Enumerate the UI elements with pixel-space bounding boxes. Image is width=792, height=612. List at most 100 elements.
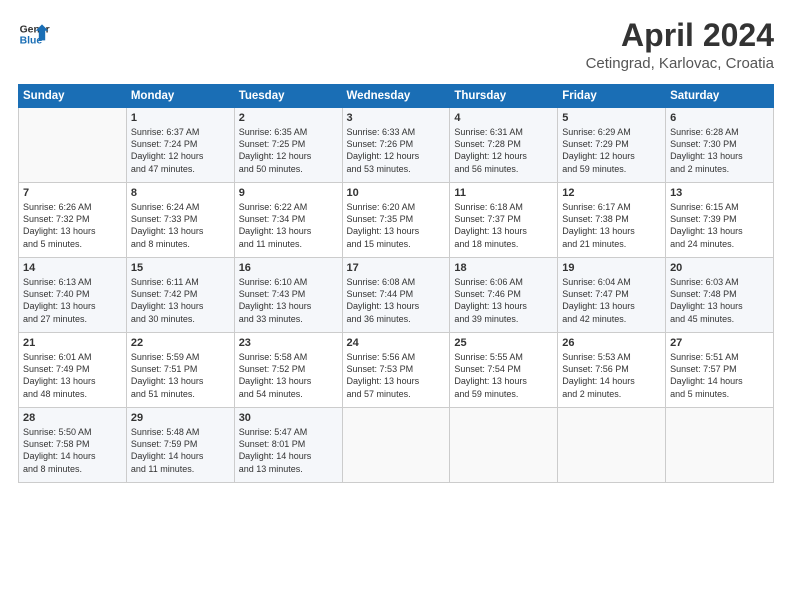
day-number: 17 [347,262,446,274]
cell-info: Sunrise: 5:47 AM Sunset: 8:01 PM Dayligh… [239,426,338,475]
header-row: SundayMondayTuesdayWednesdayThursdayFrid… [19,85,774,108]
calendar-subtitle: Cetingrad, Karlovac, Croatia [586,55,774,72]
cell-info: Sunrise: 5:53 AM Sunset: 7:56 PM Dayligh… [562,351,661,400]
cell-info: Sunrise: 6:24 AM Sunset: 7:33 PM Dayligh… [131,201,230,250]
cal-cell [19,108,127,183]
cell-info: Sunrise: 5:58 AM Sunset: 7:52 PM Dayligh… [239,351,338,400]
cal-cell: 1Sunrise: 6:37 AM Sunset: 7:24 PM Daylig… [126,108,234,183]
col-header-sunday: Sunday [19,85,127,108]
week-row-2: 7 Sunrise: 6:26 AM Sunset: 7:32 PM Daylig… [19,183,774,258]
cell-info: Sunrise: 6:08 AM Sunset: 7:44 PM Dayligh… [347,276,446,325]
cell-info: Sunrise: 5:55 AM Sunset: 7:54 PM Dayligh… [454,351,553,400]
cal-cell: 10 Sunrise: 6:20 AM Sunset: 7:35 PM Dayli… [342,183,450,258]
cell-info: Sunrise: 6:28 AM Sunset: 7:30 PM Dayligh… [670,126,769,175]
cal-cell: 26Sunrise: 5:53 AM Sunset: 7:56 PM Dayli… [558,333,666,408]
cal-cell: 29 Sunrise: 5:48 AM Sunset: 7:59 PM Dayli… [126,408,234,483]
cal-cell: 24Sunrise: 5:56 AM Sunset: 7:53 PM Dayli… [342,333,450,408]
cal-cell: 11Sunrise: 6:18 AM Sunset: 7:37 PM Dayli… [450,183,558,258]
logo: General Blue [18,18,50,50]
cell-info: Sunrise: 5:48 AM Sunset: 7:59 PM Dayligh… [131,426,230,475]
day-number: 16 [239,262,338,274]
cell-info: Sunrise: 6:11 AM Sunset: 7:42 PM Dayligh… [131,276,230,325]
calendar-table: SundayMondayTuesdayWednesdayThursdayFrid… [18,84,774,483]
day-number: 5 [562,112,661,124]
cell-info: Sunrise: 6:22 AM Sunset: 7:34 PM Dayligh… [239,201,338,250]
cell-info: Sunrise: 6:03 AM Sunset: 7:48 PM Dayligh… [670,276,769,325]
cell-info: Sunrise: 6:13 AM Sunset: 7:40 PM Dayligh… [23,276,122,325]
cal-cell [666,408,774,483]
day-number: 21 [23,337,122,349]
cal-cell: 4 Sunrise: 6:31 AM Sunset: 7:28 PM Daylig… [450,108,558,183]
header: General Blue April 2024 Cetingrad, Karlo… [18,18,774,72]
cell-info: Sunrise: 6:06 AM Sunset: 7:46 PM Dayligh… [454,276,553,325]
day-number: 10 [347,187,446,199]
col-header-saturday: Saturday [666,85,774,108]
calendar-page: General Blue April 2024 Cetingrad, Karlo… [0,0,792,612]
cal-cell [558,408,666,483]
cell-info: Sunrise: 6:35 AM Sunset: 7:25 PM Dayligh… [239,126,338,175]
day-number: 18 [454,262,553,274]
cell-info: Sunrise: 6:26 AM Sunset: 7:32 PM Dayligh… [23,201,122,250]
cal-cell: 7 Sunrise: 6:26 AM Sunset: 7:32 PM Daylig… [19,183,127,258]
day-number: 19 [562,262,661,274]
cell-info: Sunrise: 6:31 AM Sunset: 7:28 PM Dayligh… [454,126,553,175]
cal-cell: 21 Sunrise: 6:01 AM Sunset: 7:49 PM Dayli… [19,333,127,408]
cal-cell: 25 Sunrise: 5:55 AM Sunset: 7:54 PM Dayli… [450,333,558,408]
cell-info: Sunrise: 6:04 AM Sunset: 7:47 PM Dayligh… [562,276,661,325]
cal-cell: 9 Sunrise: 6:22 AM Sunset: 7:34 PM Daylig… [234,183,342,258]
day-number: 12 [562,187,661,199]
day-number: 4 [454,112,553,124]
cal-cell: 14Sunrise: 6:13 AM Sunset: 7:40 PM Dayli… [19,258,127,333]
day-number: 7 [23,187,122,199]
day-number: 25 [454,337,553,349]
cell-info: Sunrise: 6:15 AM Sunset: 7:39 PM Dayligh… [670,201,769,250]
week-row-4: 21 Sunrise: 6:01 AM Sunset: 7:49 PM Dayli… [19,333,774,408]
cal-cell: 16Sunrise: 6:10 AM Sunset: 7:43 PM Dayli… [234,258,342,333]
cal-cell: 2 Sunrise: 6:35 AM Sunset: 7:25 PM Daylig… [234,108,342,183]
col-header-monday: Monday [126,85,234,108]
cal-cell: 8 Sunrise: 6:24 AM Sunset: 7:33 PM Daylig… [126,183,234,258]
cal-cell: 18 Sunrise: 6:06 AM Sunset: 7:46 PM Dayli… [450,258,558,333]
day-number: 1 [131,112,230,124]
cal-cell: 19 Sunrise: 6:04 AM Sunset: 7:47 PM Dayli… [558,258,666,333]
day-number: 2 [239,112,338,124]
day-number: 27 [670,337,769,349]
cal-cell: 27 Sunrise: 5:51 AM Sunset: 7:57 PM Dayli… [666,333,774,408]
cal-cell: 30 Sunrise: 5:47 AM Sunset: 8:01 PM Dayli… [234,408,342,483]
cell-info: Sunrise: 6:20 AM Sunset: 7:35 PM Dayligh… [347,201,446,250]
day-number: 6 [670,112,769,124]
cell-info: Sunrise: 6:01 AM Sunset: 7:49 PM Dayligh… [23,351,122,400]
cal-cell: 13Sunrise: 6:15 AM Sunset: 7:39 PM Dayli… [666,183,774,258]
cell-info: Sunrise: 5:50 AM Sunset: 7:58 PM Dayligh… [23,426,122,475]
col-header-thursday: Thursday [450,85,558,108]
cal-cell: 22Sunrise: 5:59 AM Sunset: 7:51 PM Dayli… [126,333,234,408]
day-number: 15 [131,262,230,274]
cell-info: Sunrise: 6:17 AM Sunset: 7:38 PM Dayligh… [562,201,661,250]
day-number: 28 [23,412,122,424]
cal-cell: 17 Sunrise: 6:08 AM Sunset: 7:44 PM Dayli… [342,258,450,333]
cal-cell: 12 Sunrise: 6:17 AM Sunset: 7:38 PM Dayli… [558,183,666,258]
cal-cell: 15 Sunrise: 6:11 AM Sunset: 7:42 PM Dayli… [126,258,234,333]
week-row-5: 28 Sunrise: 5:50 AM Sunset: 7:58 PM Dayli… [19,408,774,483]
cal-cell: 3 Sunrise: 6:33 AM Sunset: 7:26 PM Daylig… [342,108,450,183]
cal-cell: 28 Sunrise: 5:50 AM Sunset: 7:58 PM Dayli… [19,408,127,483]
title-block: April 2024 Cetingrad, Karlovac, Croatia [586,18,774,72]
cell-info: Sunrise: 5:51 AM Sunset: 7:57 PM Dayligh… [670,351,769,400]
week-row-1: 1Sunrise: 6:37 AM Sunset: 7:24 PM Daylig… [19,108,774,183]
col-header-friday: Friday [558,85,666,108]
day-number: 30 [239,412,338,424]
day-number: 8 [131,187,230,199]
day-number: 9 [239,187,338,199]
cell-info: Sunrise: 5:56 AM Sunset: 7:53 PM Dayligh… [347,351,446,400]
day-number: 3 [347,112,446,124]
day-number: 29 [131,412,230,424]
calendar-title: April 2024 [586,18,774,53]
day-number: 23 [239,337,338,349]
cell-info: Sunrise: 6:33 AM Sunset: 7:26 PM Dayligh… [347,126,446,175]
week-row-3: 14Sunrise: 6:13 AM Sunset: 7:40 PM Dayli… [19,258,774,333]
cal-cell: 23 Sunrise: 5:58 AM Sunset: 7:52 PM Dayli… [234,333,342,408]
cell-info: Sunrise: 6:29 AM Sunset: 7:29 PM Dayligh… [562,126,661,175]
cell-info: Sunrise: 5:59 AM Sunset: 7:51 PM Dayligh… [131,351,230,400]
logo-icon: General Blue [18,18,50,50]
col-header-wednesday: Wednesday [342,85,450,108]
